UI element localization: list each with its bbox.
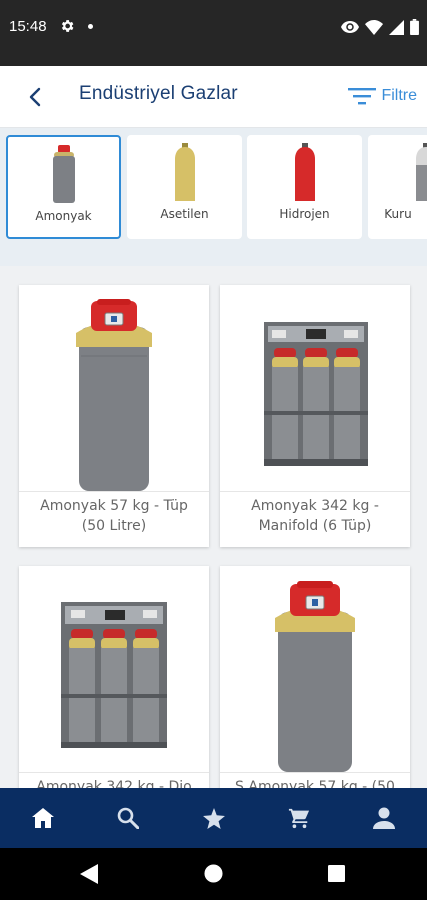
manifold-rack-image — [61, 602, 167, 748]
category-strip: Amonyak Asetilen Hidrojen Kuru — [0, 128, 427, 266]
system-nav-bar — [0, 848, 427, 900]
status-time: 15:48 — [9, 18, 47, 35]
battery-icon — [410, 19, 419, 35]
manifold-rack-image — [264, 322, 368, 466]
star-icon — [202, 807, 225, 829]
category-label: Amonyak — [35, 209, 92, 223]
nav-search[interactable] — [85, 788, 170, 848]
recents-square-icon[interactable] — [328, 865, 345, 882]
nav-home[interactable] — [0, 788, 85, 848]
status-icons — [341, 17, 419, 37]
status-bar: 15:48 — [0, 0, 427, 66]
product-name: Amonyak 342 kg - Manifold (6 Tüp) — [251, 498, 379, 534]
page-title: Endüstriyel Gazlar — [79, 83, 238, 104]
eye-icon — [341, 21, 359, 33]
category-label: Asetilen — [160, 207, 209, 221]
nav-favorites[interactable] — [171, 788, 256, 848]
product-grid: Amonyak 57 kg - Tüp (50 Litre) Amonyak 3… — [0, 266, 427, 788]
category-tile-asetilen[interactable]: Asetilen — [127, 135, 242, 239]
category-tile-hidrojen[interactable]: Hidrojen — [247, 135, 362, 239]
card-divider — [220, 491, 410, 492]
gear-icon — [61, 20, 74, 32]
card-divider — [220, 772, 410, 773]
app-screen: 15:48 Endüstriyel Gazlar Filtre Amonyak … — [0, 0, 427, 900]
gray-cylinder-icon — [415, 143, 427, 201]
single-cylinder-image — [76, 299, 152, 491]
category-label: Kuru — [384, 207, 412, 221]
back-triangle-icon[interactable] — [80, 864, 98, 884]
home-icon — [31, 808, 54, 828]
user-icon — [373, 807, 396, 829]
search-icon — [117, 807, 140, 829]
product-name: S Amonyak 57 kg - (50 — [235, 779, 395, 788]
home-circle-icon[interactable] — [204, 864, 223, 883]
card-divider — [19, 491, 209, 492]
app-header: Endüstriyel Gazlar Filtre — [0, 66, 427, 128]
red-cylinder-icon — [294, 143, 315, 201]
yellow-cylinder-icon — [174, 143, 195, 201]
wifi-icon — [365, 19, 383, 35]
product-card[interactable]: Amonyak 342 kg - Manifold (6 Tüp) — [220, 285, 410, 547]
filter-button[interactable]: Filtre — [348, 84, 417, 108]
product-card[interactable]: S Amonyak 57 kg - (50 — [220, 566, 410, 788]
filter-lines-icon — [348, 88, 377, 105]
nav-account[interactable] — [342, 788, 427, 848]
category-tile-amonyak[interactable]: Amonyak — [6, 135, 121, 239]
card-divider — [19, 772, 209, 773]
back-chevron-icon[interactable] — [22, 83, 50, 111]
gray-cylinder-icon — [52, 145, 75, 203]
category-label: Hidrojen — [279, 207, 330, 221]
product-name: Amonyak 57 kg - Tüp (50 Litre) — [40, 498, 188, 534]
product-card[interactable]: Amonyak 342 kg - Dio — [19, 566, 209, 788]
filter-label: Filtre — [381, 87, 417, 104]
nav-cart[interactable] — [256, 788, 341, 848]
cart-icon — [288, 808, 310, 829]
category-tile-kuru[interactable]: Kuru — [368, 135, 427, 239]
product-card[interactable]: Amonyak 57 kg - Tüp (50 Litre) — [19, 285, 209, 547]
notification-dot — [88, 24, 93, 29]
single-cylinder-image — [275, 581, 355, 772]
product-name: Amonyak 342 kg - Dio — [36, 779, 192, 788]
signal-icon — [389, 19, 404, 35]
bottom-nav — [0, 788, 427, 848]
